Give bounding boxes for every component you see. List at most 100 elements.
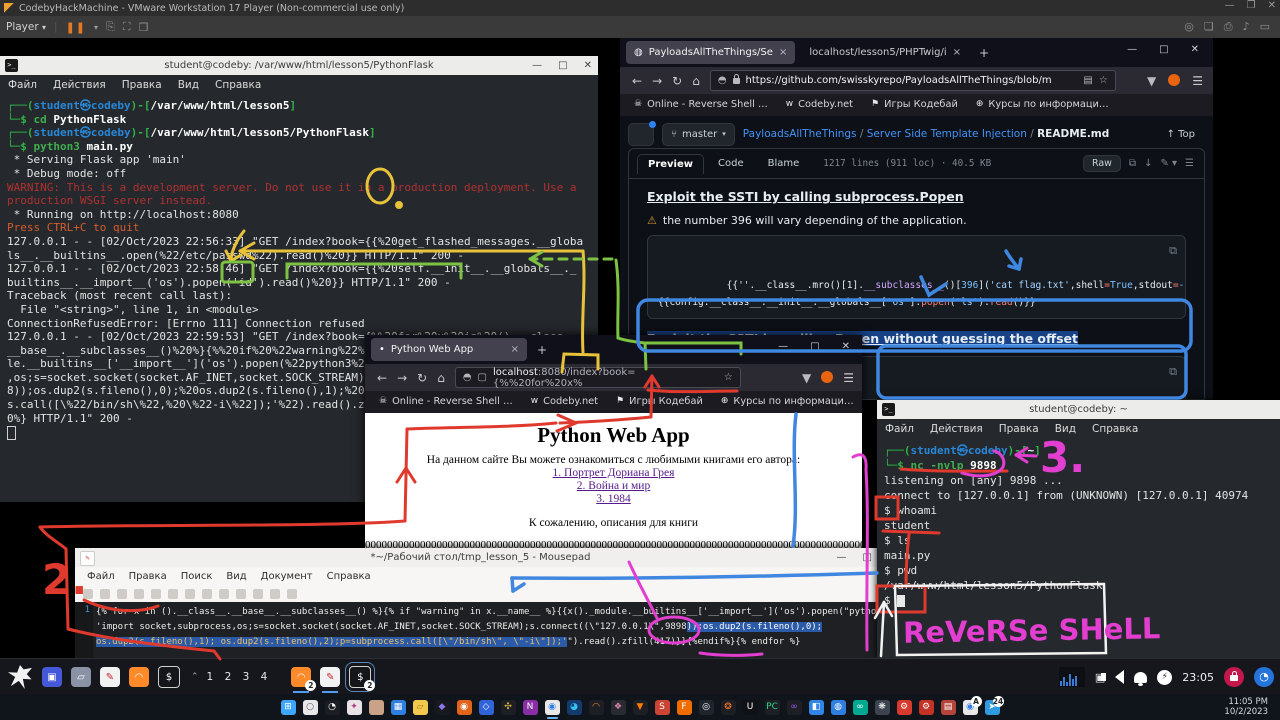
new-tab-button[interactable]: + bbox=[979, 46, 989, 60]
user-switch-icon[interactable]: ◔ bbox=[1254, 667, 1274, 687]
volume-icon[interactable] bbox=[1115, 670, 1124, 684]
menu-item-Файл[interactable]: Файл bbox=[87, 571, 115, 582]
mousepad-window[interactable]: ✎ bbox=[320, 667, 340, 687]
vscode-icon[interactable]: ◧ bbox=[809, 700, 824, 715]
pocket-icon[interactable]: ▼ bbox=[802, 371, 811, 385]
snowflake-icon[interactable]: ❋ bbox=[875, 700, 890, 715]
maximize-button[interactable]: □ bbox=[1159, 44, 1168, 55]
bookmark-item[interactable]: ☠Online - Reverse Shell … bbox=[379, 396, 513, 407]
compass-icon[interactable]: ➤24 bbox=[985, 700, 1000, 715]
minimize-button[interactable]: — bbox=[778, 341, 788, 352]
notifications-icon[interactable] bbox=[1134, 672, 1147, 683]
power-manager-icon[interactable]: ⚡ bbox=[1157, 670, 1172, 685]
workspace-switcher[interactable]: 1 2 3 4 bbox=[207, 671, 272, 683]
vm-clock[interactable]: 23:05 bbox=[1182, 671, 1214, 684]
download-icon[interactable]: ↓ bbox=[1144, 158, 1152, 169]
raw-button[interactable]: Raw bbox=[1083, 155, 1121, 172]
tab-code[interactable]: Code bbox=[708, 154, 754, 173]
minimize-button[interactable]: — bbox=[532, 60, 542, 71]
app-menu-icon[interactable]: ▣ bbox=[42, 667, 62, 687]
pocket-icon[interactable]: ▼ bbox=[1147, 74, 1156, 88]
back-icon[interactable]: ← bbox=[632, 74, 642, 88]
mousepad-editor[interactable]: 1 {% for x in ().__class__.__base__.__su… bbox=[75, 602, 886, 658]
bookmark-item[interactable]: ⊕Курсы по информаци… bbox=[721, 396, 854, 407]
copy-icon[interactable]: ⧉ bbox=[1129, 158, 1136, 169]
printer-icon[interactable]: ⎙ bbox=[1224, 20, 1233, 34]
kali-menu-icon[interactable] bbox=[8, 665, 32, 689]
explorer-icon[interactable]: ▱ bbox=[413, 700, 428, 715]
menu-item-Правка[interactable]: Правка bbox=[122, 79, 162, 91]
tab-preview[interactable]: Preview bbox=[637, 154, 704, 174]
arrows-icon[interactable]: ✣ bbox=[501, 700, 516, 715]
file-manager-icon[interactable]: ▱ bbox=[71, 667, 91, 687]
minimize-button[interactable]: — bbox=[1127, 44, 1137, 55]
find-icon[interactable] bbox=[253, 589, 263, 599]
save-icon[interactable] bbox=[117, 589, 127, 599]
menu-item-Правка[interactable]: Правка bbox=[999, 423, 1039, 435]
reload-icon[interactable]: ↻ bbox=[417, 371, 427, 385]
tracking-shield-icon[interactable]: ◓ bbox=[463, 372, 472, 383]
settings-red-icon[interactable]: ⚙ bbox=[897, 700, 912, 715]
reader-icon[interactable]: ▤ bbox=[1083, 75, 1092, 86]
menu-item-Поиск[interactable]: Поиск bbox=[181, 571, 213, 582]
menu-item-Файл[interactable]: Файл bbox=[885, 423, 914, 435]
menu-item-Файл[interactable]: Файл bbox=[8, 79, 37, 91]
minimize-button[interactable]: — bbox=[837, 552, 847, 563]
shop-icon[interactable]: ◉ bbox=[457, 700, 472, 715]
menu-item-Справка[interactable]: Справка bbox=[215, 79, 261, 91]
sound-icon[interactable]: ♪ bbox=[1243, 20, 1250, 34]
windows-clock[interactable]: 11:05 PM 10/2/2023 bbox=[1224, 697, 1268, 717]
menu-item-Документ[interactable]: Документ bbox=[261, 571, 313, 582]
menu-item-Действия[interactable]: Действия bbox=[930, 423, 983, 435]
menu-item-Вид[interactable]: Вид bbox=[1055, 423, 1076, 435]
branch-selector[interactable]: ⑂ master ▾ bbox=[662, 123, 735, 146]
edit-pencil-icon[interactable]: ✎ ▾ bbox=[1160, 158, 1177, 169]
visualstudio-icon[interactable]: ∞ bbox=[787, 700, 802, 715]
bookmark-item[interactable]: wCodeby.net bbox=[786, 99, 853, 110]
menu-item-Справка[interactable]: Справка bbox=[327, 571, 371, 582]
panel-expand-icon[interactable]: ⌃ bbox=[191, 672, 199, 682]
copy-code-icon[interactable]: ⧉ bbox=[1169, 363, 1177, 380]
ctrl-alt-del-icon[interactable]: ⎘ bbox=[106, 20, 115, 34]
devices-icon[interactable]: ◎ bbox=[1184, 20, 1194, 34]
screenlock-icon[interactable] bbox=[1224, 667, 1244, 687]
vmware-icon[interactable]: ◇ bbox=[479, 700, 494, 715]
close-button[interactable]: ✕ bbox=[1191, 44, 1199, 55]
tab-python-web-app[interactable]: • Python Web App× bbox=[371, 338, 527, 361]
code-block-subclasses[interactable]: ⧉ {{''.__class__.mro()[1].__subclasses__… bbox=[647, 235, 1186, 319]
close-tab-icon[interactable]: × bbox=[779, 47, 787, 58]
calendar-icon[interactable]: ▦ bbox=[391, 700, 406, 715]
camtasia-icon[interactable]: ∞ bbox=[853, 700, 868, 715]
reload-icon[interactable]: ↻ bbox=[672, 74, 682, 88]
extension-fox-icon[interactable] bbox=[1168, 74, 1180, 86]
github-urlbar[interactable]: ◓ https://github.com/swisskyrepo/Payload… bbox=[710, 70, 1116, 91]
breadcrumb-dir[interactable]: Server Side Template Injection bbox=[867, 128, 1027, 140]
replace-icon[interactable] bbox=[270, 589, 280, 599]
lens-icon[interactable]: ◎ bbox=[699, 700, 714, 715]
firefox-icon[interactable]: ◠ bbox=[589, 700, 604, 715]
close-tab-icon[interactable]: × bbox=[511, 344, 519, 355]
vmware-maximize-button[interactable]: ❐ bbox=[1247, 0, 1256, 11]
s-app-icon[interactable]: S bbox=[655, 700, 670, 715]
edge-icon[interactable]: ◕ bbox=[567, 700, 582, 715]
cut-icon[interactable] bbox=[202, 589, 212, 599]
maps-icon[interactable]: ◍ bbox=[831, 700, 846, 715]
new-tab-button[interactable]: + bbox=[537, 343, 547, 357]
onenote-icon[interactable]: N bbox=[523, 700, 538, 715]
panel-red-icon[interactable]: ▤ bbox=[941, 700, 956, 715]
back-to-top-link[interactable]: ↑ Top bbox=[1167, 129, 1195, 140]
open-icon[interactable] bbox=[100, 589, 110, 599]
snapshot-icon[interactable]: ❏ bbox=[1204, 20, 1214, 34]
close-button[interactable]: ✕ bbox=[584, 60, 592, 71]
pycharm-icon[interactable]: PC bbox=[765, 700, 780, 715]
bookmark-item[interactable]: wCodeby.net bbox=[531, 396, 598, 407]
menu-item-Вид[interactable]: Вид bbox=[178, 79, 199, 91]
maximize-button[interactable]: □ bbox=[558, 60, 567, 71]
bookmark-star-icon[interactable]: ☆ bbox=[1099, 75, 1108, 86]
maximize-button[interactable]: □ bbox=[863, 552, 872, 563]
davinci-icon[interactable]: ❖ bbox=[611, 700, 626, 715]
menu-item-Справка[interactable]: Справка bbox=[1092, 423, 1138, 435]
outline-icon[interactable]: ☰ bbox=[1185, 158, 1194, 169]
close-button[interactable]: ✕ bbox=[842, 341, 850, 352]
hdd-icon[interactable]: ▭ bbox=[1260, 20, 1270, 34]
